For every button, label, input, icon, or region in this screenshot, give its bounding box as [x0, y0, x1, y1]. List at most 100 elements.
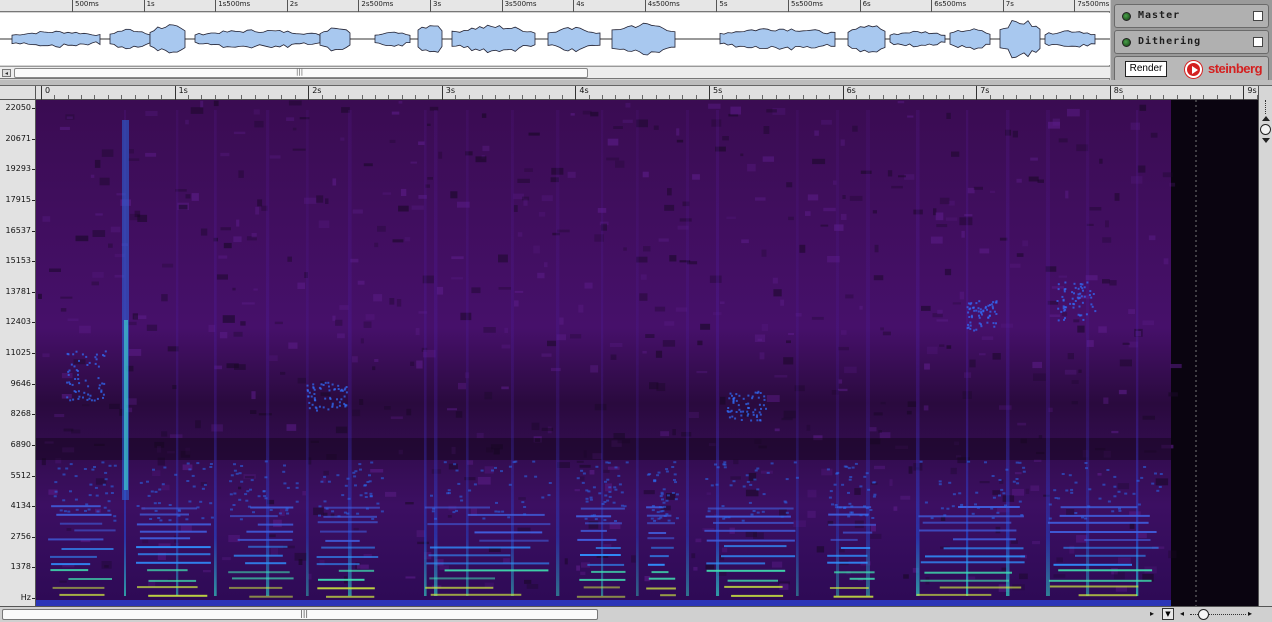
energy-dot: [865, 472, 869, 475]
time-ruler-minor-tick: [334, 95, 336, 99]
energy-dot: [177, 514, 181, 517]
checkbox-icon[interactable]: [1253, 11, 1263, 21]
energy-dot: [508, 483, 512, 486]
noise-speck: [42, 353, 50, 358]
frequency-axis-tick: [32, 536, 35, 538]
noise-speck: [517, 232, 523, 237]
noise-speck: [845, 294, 854, 299]
harmonic-streak: [705, 515, 791, 518]
energy-dot: [327, 408, 330, 411]
energy-dot: [722, 463, 726, 466]
noise-speck: [946, 345, 952, 349]
horizontal-zoom-knob[interactable]: [1198, 609, 1209, 620]
time-ruler[interactable]: 0 1s 2s 3s 4s 5s 6s 7s 8s 9s: [36, 86, 1258, 100]
energy-dot: [343, 511, 347, 514]
dithering-row[interactable]: Dithering: [1114, 30, 1269, 54]
scroll-end-icon[interactable]: ▼: [1162, 608, 1174, 620]
vertical-zoom-control[interactable]: [1258, 86, 1272, 606]
noise-speck: [1071, 401, 1078, 405]
waveform-segment: [319, 27, 351, 52]
noise-speck: [298, 559, 303, 565]
scroll-left-icon[interactable]: ◂: [1180, 609, 1184, 618]
energy-dot: [1086, 281, 1089, 284]
zoom-in-icon[interactable]: [1262, 116, 1270, 121]
energy-dot: [705, 478, 709, 480]
spectrogram-view[interactable]: [36, 100, 1258, 606]
noise-speck: [398, 205, 409, 212]
scroll-right-icon[interactable]: ▸: [1150, 609, 1154, 618]
noise-speck: [374, 359, 379, 362]
energy-dot: [992, 322, 995, 325]
energy-dot: [331, 402, 334, 405]
energy-dot: [343, 402, 346, 405]
energy-dot: [580, 469, 584, 472]
noise-speck: [1137, 165, 1146, 173]
energy-dot: [848, 478, 852, 481]
noise-speck: [590, 111, 599, 117]
noise-speck: [373, 294, 383, 302]
energy-dot: [71, 383, 74, 386]
energy-dot: [754, 408, 757, 411]
led-icon[interactable]: [1122, 38, 1131, 47]
noise-speck: [269, 155, 281, 159]
noise-speck: [887, 170, 893, 177]
energy-dot: [971, 512, 975, 515]
bottom-scrollbar[interactable]: ||| ▸ ▼ ◂ ▸: [0, 606, 1272, 622]
energy-dot: [86, 398, 89, 401]
energy-dot: [57, 467, 61, 470]
energy-dot: [460, 499, 464, 502]
energy-dot: [102, 393, 105, 396]
noise-speck: [288, 342, 298, 349]
energy-dot: [1056, 300, 1059, 302]
scroll-left-icon[interactable]: ◂: [2, 69, 11, 77]
energy-dot: [659, 495, 663, 498]
master-row[interactable]: Master: [1114, 4, 1269, 28]
noise-speck: [1119, 359, 1132, 367]
energy-dot: [675, 517, 679, 520]
energy-dot: [69, 490, 72, 493]
noise-speck: [992, 490, 1001, 495]
energy-dot: [843, 506, 847, 509]
energy-dot: [919, 460, 923, 463]
overview-ruler-label: 7s: [1002, 0, 1014, 12]
noise-speck: [935, 212, 944, 221]
energy-dot: [938, 480, 942, 483]
noise-speck: [405, 502, 414, 505]
checkbox-icon[interactable]: [1253, 37, 1263, 47]
noise-speck: [700, 323, 711, 330]
energy-dot: [607, 461, 611, 464]
energy-dot: [795, 476, 799, 479]
led-icon[interactable]: [1122, 12, 1131, 21]
noise-speck: [200, 100, 204, 108]
energy-dot: [969, 321, 972, 324]
noise-speck: [471, 287, 481, 294]
frequency-axis-tick: [32, 322, 35, 324]
energy-dot: [103, 382, 106, 385]
overview-scrollbar[interactable]: ◂ |||: [0, 66, 1110, 79]
energy-dot: [1077, 313, 1080, 316]
render-button[interactable]: Render: [1125, 61, 1167, 77]
energy-dot: [750, 513, 754, 516]
energy-dot: [576, 477, 580, 480]
energy-dot: [369, 495, 373, 498]
vertical-zoom-knob[interactable]: [1260, 124, 1271, 135]
energy-dot: [751, 395, 754, 398]
energy-dot: [721, 505, 725, 508]
overview-time-ruler[interactable]: 500ms 1s 1s500ms 2s 2s500ms 3s 3s500ms 4s 4s500m…: [0, 0, 1110, 12]
energy-dot: [1015, 478, 1019, 480]
noise-speck: [374, 242, 379, 248]
noise-speck: [250, 410, 257, 414]
noise-speck: [54, 414, 65, 418]
energy-dot: [356, 512, 360, 515]
frequency-axis-label: 19293: [5, 164, 31, 174]
energy-dot: [75, 508, 79, 511]
noise-speck: [337, 333, 345, 339]
energy-dot: [745, 403, 748, 406]
energy-dot: [1077, 293, 1080, 296]
scroll-right-icon[interactable]: ▸: [1248, 609, 1252, 618]
zoom-out-icon[interactable]: [1262, 138, 1270, 143]
noise-speck: [973, 186, 983, 190]
noise-speck: [145, 152, 157, 157]
overview-waveform[interactable]: [0, 13, 1110, 65]
energy-dot: [724, 516, 728, 519]
